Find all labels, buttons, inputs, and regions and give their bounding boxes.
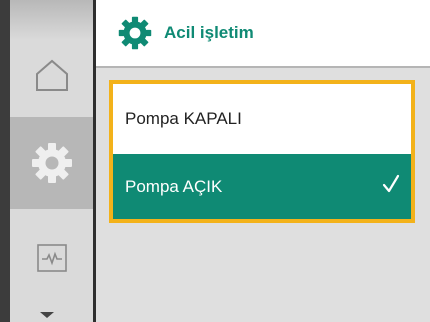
home-icon xyxy=(35,59,68,91)
option-pump-on[interactable]: Pompa AÇIK xyxy=(113,154,411,219)
header-divider xyxy=(96,66,430,68)
option-label: Pompa KAPALI xyxy=(125,109,242,128)
checkmark-icon xyxy=(382,174,400,193)
page-title: Acil işletim xyxy=(164,23,254,42)
diagnostics-icon xyxy=(36,244,67,272)
nav-item-home[interactable] xyxy=(10,40,93,110)
menu-header: Acil işletim xyxy=(96,0,430,66)
gear-icon xyxy=(31,143,72,183)
nav-top-fade xyxy=(10,0,96,40)
side-navigation xyxy=(0,0,96,322)
nav-shadow xyxy=(0,0,10,322)
gear-icon xyxy=(118,16,152,50)
chevron-down-icon[interactable] xyxy=(40,312,54,318)
nav-item-settings[interactable] xyxy=(10,117,93,209)
option-list: Pompa KAPALI Pompa AÇIK xyxy=(109,80,415,223)
nav-item-diagnostics[interactable] xyxy=(10,227,93,289)
option-pump-off[interactable]: Pompa KAPALI xyxy=(113,84,411,154)
option-label: Pompa AÇIK xyxy=(125,176,223,196)
